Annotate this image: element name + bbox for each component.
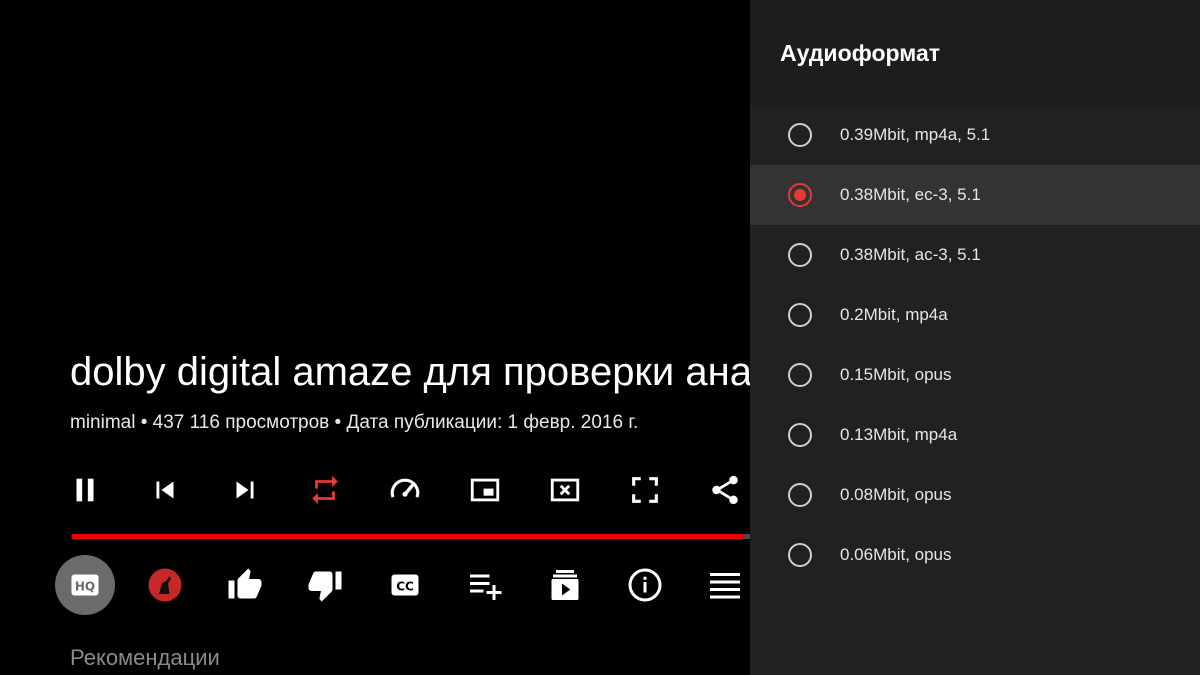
radio-button-icon bbox=[788, 483, 812, 507]
progress-bar[interactable] bbox=[72, 534, 750, 539]
audio-option[interactable]: 0.13Mbit, mp4a bbox=[750, 405, 1200, 465]
audio-option[interactable]: 0.39Mbit, mp4a, 5.1 bbox=[750, 105, 1200, 165]
share-icon bbox=[712, 475, 738, 505]
pause-icon bbox=[76, 478, 94, 502]
audio-option-label: 0.13Mbit, mp4a bbox=[840, 425, 958, 444]
fullscreen-icon bbox=[632, 477, 658, 503]
picture-in-picture-button[interactable] bbox=[455, 460, 515, 520]
audio-option-label: 0.15Mbit, opus bbox=[840, 365, 952, 384]
audio-option[interactable]: 0.08Mbit, opus bbox=[750, 465, 1200, 525]
pause-button[interactable] bbox=[55, 460, 115, 520]
channel-avatar-icon bbox=[148, 568, 182, 602]
audio-option-label: 0.39Mbit, mp4a, 5.1 bbox=[840, 125, 991, 144]
subscriptions-button[interactable] bbox=[535, 555, 595, 615]
channel-avatar-button[interactable] bbox=[135, 555, 195, 615]
radio-button-icon bbox=[788, 423, 812, 447]
thumb-up-icon bbox=[228, 568, 262, 599]
info-icon bbox=[628, 568, 662, 602]
progress-fill bbox=[72, 534, 744, 539]
video-actions: HQ CC bbox=[55, 555, 750, 615]
radio-button-icon bbox=[788, 303, 812, 327]
playback-speed-button[interactable] bbox=[375, 460, 435, 520]
thumb-down-icon bbox=[308, 571, 342, 602]
next-button[interactable] bbox=[215, 460, 275, 520]
close-video-button[interactable] bbox=[535, 460, 595, 520]
audio-option[interactable]: 0.2Mbit, mp4a bbox=[750, 285, 1200, 345]
speedometer-icon bbox=[390, 478, 420, 498]
radio-dot bbox=[794, 189, 806, 201]
like-button[interactable] bbox=[215, 555, 275, 615]
playback-controls bbox=[55, 460, 750, 520]
fullscreen-button[interactable] bbox=[615, 460, 675, 520]
panel-title: Аудиоформат bbox=[780, 40, 941, 66]
radio-button-icon bbox=[788, 183, 812, 207]
video-info-button[interactable] bbox=[615, 555, 675, 615]
skip-next-icon bbox=[236, 481, 254, 499]
video-title: dolby digital amaze для проверки аналого… bbox=[70, 350, 750, 394]
audio-option[interactable]: 0.38Mbit, ec-3, 5.1 bbox=[750, 165, 1200, 225]
more-button[interactable] bbox=[695, 555, 750, 615]
menu-lines-icon bbox=[710, 573, 740, 599]
hq-icon: HQ bbox=[71, 574, 99, 596]
audio-option-label: 0.38Mbit, ac-3, 5.1 bbox=[840, 245, 981, 264]
svg-text:CC: CC bbox=[396, 579, 414, 593]
video-player: dolby digital amaze для проверки аналого… bbox=[0, 0, 750, 675]
audio-option-label: 0.06Mbit, opus bbox=[840, 545, 952, 564]
recommendations-heading: Рекомендации bbox=[70, 645, 220, 670]
subscriptions-icon bbox=[551, 570, 579, 600]
radio-button-icon bbox=[788, 363, 812, 387]
closed-captions-icon: CC bbox=[391, 574, 419, 596]
repeat-button[interactable] bbox=[295, 460, 355, 520]
share-button[interactable] bbox=[695, 460, 750, 520]
panel-header: Аудиоформат bbox=[750, 0, 1200, 107]
previous-button[interactable] bbox=[135, 460, 195, 520]
radio-button-icon bbox=[788, 543, 812, 567]
playlist-add-icon bbox=[470, 574, 502, 600]
skip-previous-icon bbox=[156, 481, 174, 499]
repeat-icon bbox=[312, 475, 338, 505]
subtitles-button[interactable]: CC bbox=[375, 555, 435, 615]
audio-option-label: 0.2Mbit, mp4a bbox=[840, 305, 948, 324]
add-to-playlist-button[interactable] bbox=[455, 555, 515, 615]
close-box-icon bbox=[550, 478, 580, 502]
audio-option[interactable]: 0.38Mbit, ac-3, 5.1 bbox=[750, 225, 1200, 285]
audio-option-label: 0.08Mbit, opus bbox=[840, 485, 952, 504]
video-meta: minimal • 437 116 просмотров • Дата публ… bbox=[70, 412, 639, 433]
audio-option[interactable]: 0.06Mbit, opus bbox=[750, 525, 1200, 585]
audio-option-label: 0.38Mbit, ec-3, 5.1 bbox=[840, 185, 981, 204]
svg-text:HQ: HQ bbox=[75, 579, 95, 593]
audio-option[interactable]: 0.15Mbit, opus bbox=[750, 345, 1200, 405]
radio-button-icon bbox=[788, 123, 812, 147]
quality-button[interactable]: HQ bbox=[55, 555, 115, 615]
radio-button-icon bbox=[788, 243, 812, 267]
dislike-button[interactable] bbox=[295, 555, 355, 615]
pip-icon bbox=[470, 478, 500, 502]
audio-format-panel: Аудиоформат 0.39Mbit, mp4a, 5.1 0.38Mbit… bbox=[750, 0, 1200, 675]
